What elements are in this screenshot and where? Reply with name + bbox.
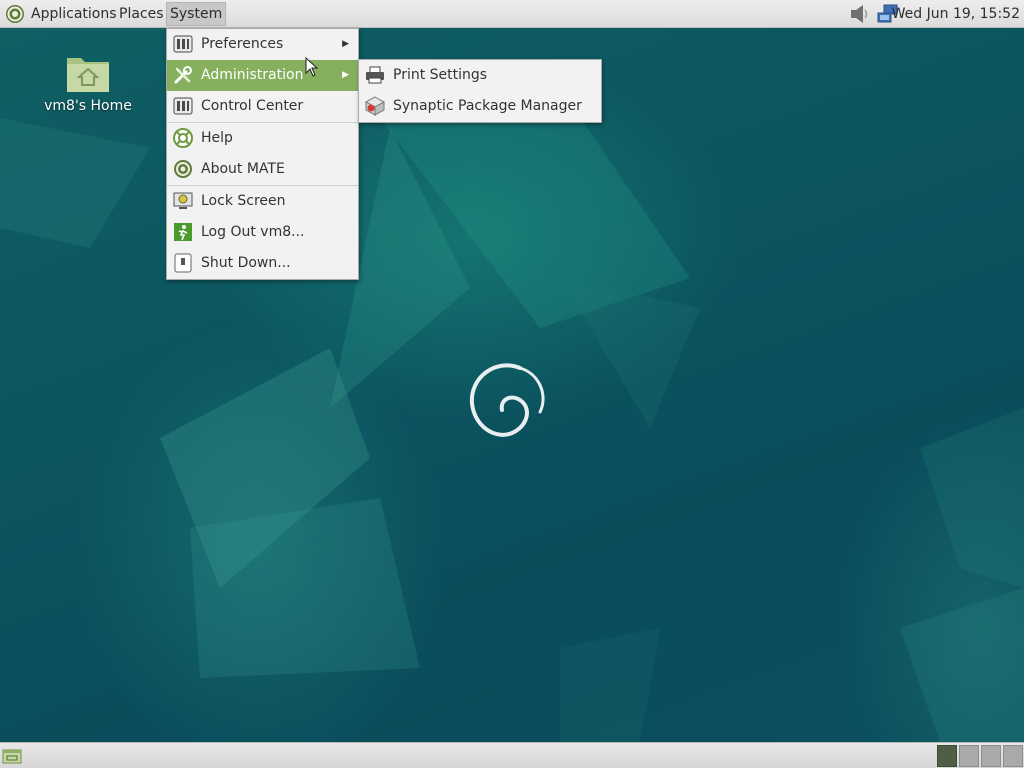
workspace-2[interactable] bbox=[959, 745, 979, 767]
mouse-cursor-icon bbox=[305, 57, 319, 77]
submenu-arrow-icon: ▶ bbox=[342, 70, 349, 80]
help-icon bbox=[173, 128, 193, 148]
home-folder-icon bbox=[67, 58, 109, 92]
menu-item-label: Lock Screen bbox=[201, 193, 286, 209]
menu-item-control-center[interactable]: Control Center bbox=[167, 91, 358, 122]
desktop-home-label: vm8's Home bbox=[44, 98, 132, 114]
synaptic-icon bbox=[365, 96, 385, 116]
menu-item-label: Administration bbox=[201, 67, 304, 83]
desktop-home-icon[interactable]: vm8's Home bbox=[40, 52, 136, 114]
bottom-panel bbox=[0, 742, 1024, 768]
menu-item-label: Shut Down... bbox=[201, 255, 291, 271]
top-panel: Applications Places System Wed Jun 19, 1… bbox=[0, 0, 1024, 28]
menu-item-label: Help bbox=[201, 130, 233, 146]
menu-item-label: Control Center bbox=[201, 98, 304, 114]
administration-submenu: Print Settings Synaptic Package Manager bbox=[358, 59, 602, 123]
preferences-icon bbox=[173, 35, 193, 53]
volume-icon[interactable] bbox=[848, 3, 872, 25]
control-center-icon bbox=[173, 97, 193, 115]
menu-places[interactable]: Places bbox=[116, 2, 167, 26]
wallpaper-shapes bbox=[0, 88, 1024, 742]
menu-item-label: Preferences bbox=[201, 36, 284, 52]
clock[interactable]: Wed Jun 19, 15:52 bbox=[892, 2, 1020, 26]
menu-applications[interactable]: Applications bbox=[28, 2, 120, 26]
menu-item-help[interactable]: Help bbox=[167, 123, 358, 154]
mate-icon bbox=[174, 160, 192, 178]
menu-item-label: Log Out vm8... bbox=[201, 224, 305, 240]
lock-screen-icon bbox=[173, 192, 193, 209]
show-desktop-icon[interactable] bbox=[2, 747, 22, 765]
shutdown-icon bbox=[174, 253, 192, 273]
printer-icon bbox=[366, 66, 384, 84]
menu-item-label: Synaptic Package Manager bbox=[393, 98, 582, 114]
menu-system[interactable]: System bbox=[166, 2, 227, 26]
menu-item-print-settings[interactable]: Print Settings bbox=[359, 60, 601, 91]
system-menu: Preferences ▶ Administration ▶ Control C… bbox=[166, 28, 359, 280]
workspace-1[interactable] bbox=[937, 745, 957, 767]
menu-item-label: About MATE bbox=[201, 161, 285, 177]
submenu-arrow-icon: ▶ bbox=[342, 39, 349, 49]
menu-item-about-mate[interactable]: About MATE bbox=[167, 154, 358, 185]
logout-icon bbox=[174, 223, 192, 241]
menu-item-log-out[interactable]: Log Out vm8... bbox=[167, 217, 358, 248]
workspace-3[interactable] bbox=[981, 745, 1001, 767]
menu-item-shut-down[interactable]: Shut Down... bbox=[167, 248, 358, 279]
menu-item-lock-screen[interactable]: Lock Screen bbox=[167, 186, 358, 217]
menu-item-administration[interactable]: Administration ▶ bbox=[167, 60, 358, 91]
administration-icon bbox=[174, 66, 192, 84]
menu-item-label: Print Settings bbox=[393, 67, 488, 83]
menu-item-synaptic[interactable]: Synaptic Package Manager bbox=[359, 91, 601, 122]
mate-logo-icon[interactable] bbox=[5, 4, 25, 24]
desktop-background: vm8's Home bbox=[0, 28, 1024, 742]
workspace-4[interactable] bbox=[1003, 745, 1023, 767]
menu-item-preferences[interactable]: Preferences ▶ bbox=[167, 29, 358, 60]
